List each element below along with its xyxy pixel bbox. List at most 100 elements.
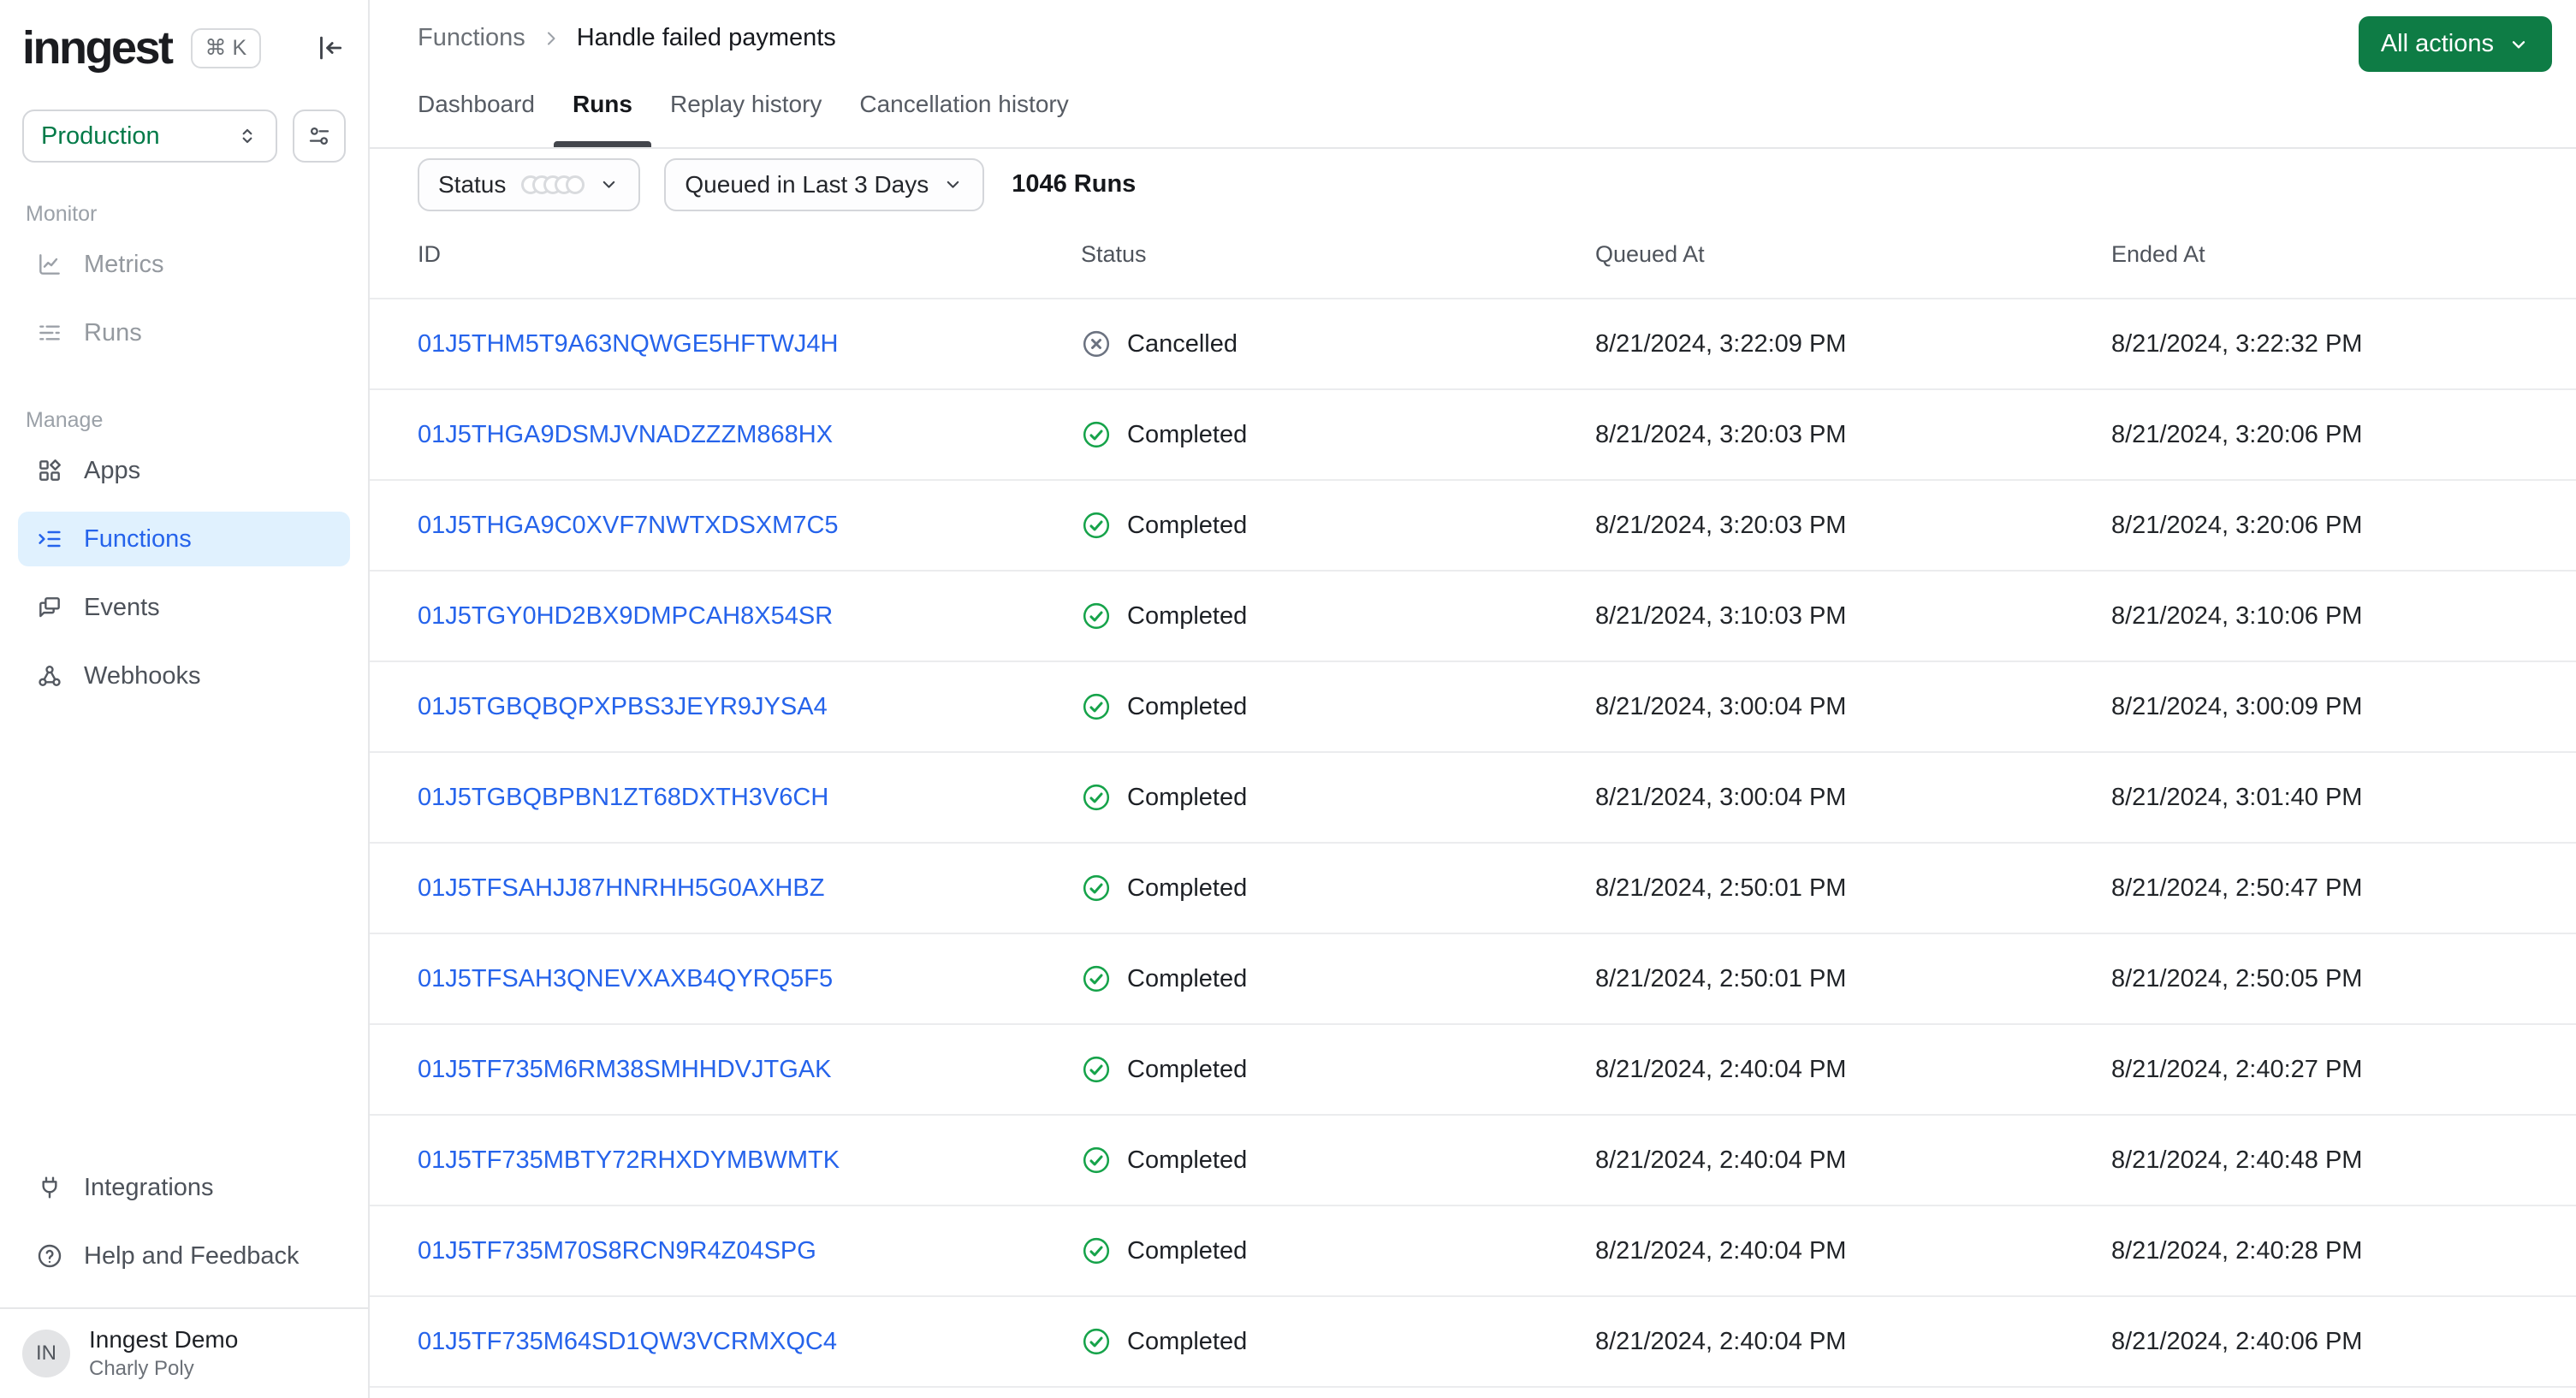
run-id-link[interactable]: 01J5TGBQBPBN1ZT68DXTH3V6CH bbox=[418, 784, 828, 811]
tab-replay-history[interactable]: Replay history bbox=[651, 75, 840, 145]
run-status: Completed bbox=[1081, 419, 1595, 450]
table-row: 01J5THGA9DSMJVNADZZZM868HX Completed 8/2… bbox=[370, 390, 2576, 481]
column-header-id: ID bbox=[418, 240, 441, 267]
run-id-link[interactable]: 01J5THGA9DSMJVNADZZZM868HX bbox=[418, 421, 833, 448]
sidebar-item-label: Events bbox=[84, 593, 160, 621]
run-id-link[interactable]: 01J5THGA9C0XVF7NWTXDSXM7C5 bbox=[418, 512, 839, 539]
status-label: Completed bbox=[1127, 1146, 1248, 1174]
tab-cancellation-history[interactable]: Cancellation history bbox=[840, 75, 1087, 145]
sidebar-item-metrics[interactable]: Metrics bbox=[18, 237, 350, 292]
completed-icon bbox=[1081, 1054, 1112, 1085]
status-label: Cancelled bbox=[1127, 329, 1238, 358]
page-title: Handle failed payments bbox=[576, 24, 836, 51]
run-id-link[interactable]: 01J5TF735M64SD1QW3VCRMXQC4 bbox=[418, 1328, 837, 1355]
queued-at: 8/21/2024, 3:22:09 PM bbox=[1595, 329, 1847, 358]
status-label: Completed bbox=[1127, 1236, 1248, 1265]
manage-nav: Apps Functions Events Webhooks bbox=[0, 443, 368, 703]
status-label: Completed bbox=[1127, 1055, 1248, 1083]
breadcrumb-functions-link[interactable]: Functions bbox=[418, 24, 525, 52]
ended-at: 8/21/2024, 3:20:06 PM bbox=[2111, 420, 2363, 448]
table-body: 01J5THM5T9A63NQWGE5HFTWJ4H Cancelled 8/2… bbox=[370, 299, 2576, 1388]
status-label: Completed bbox=[1127, 601, 1248, 630]
table-row: 01J5TGBQBQPXPBS3JEYR9JYSA4 Completed 8/2… bbox=[370, 662, 2576, 753]
ended-at: 8/21/2024, 2:40:27 PM bbox=[2111, 1055, 2363, 1083]
queued-at: 8/21/2024, 2:40:04 PM bbox=[1595, 1327, 1847, 1355]
queued-at: 8/21/2024, 2:40:04 PM bbox=[1595, 1236, 1847, 1265]
tab-dashboard[interactable]: Dashboard bbox=[399, 75, 554, 145]
runs-icon bbox=[36, 319, 63, 347]
help-icon bbox=[36, 1242, 63, 1270]
cancelled-icon bbox=[1081, 329, 1112, 359]
status-label: Completed bbox=[1127, 420, 1248, 448]
main-content: Functions Handle failed payments Dashboa… bbox=[370, 0, 2576, 1398]
ended-at: 8/21/2024, 2:40:06 PM bbox=[2111, 1327, 2363, 1355]
completed-icon bbox=[1081, 963, 1112, 994]
collapse-sidebar-button[interactable] bbox=[313, 32, 346, 64]
run-id-link[interactable]: 01J5TF735M6RM38SMHHDVJTGAK bbox=[418, 1056, 831, 1083]
sidebar-item-help[interactable]: Help and Feedback bbox=[18, 1229, 350, 1283]
queued-at: 8/21/2024, 3:20:03 PM bbox=[1595, 420, 1847, 448]
select-updown-icon bbox=[242, 128, 252, 144]
completed-icon bbox=[1081, 510, 1112, 541]
functions-icon bbox=[36, 525, 63, 553]
apps-icon bbox=[36, 457, 63, 484]
status-label: Completed bbox=[1127, 964, 1248, 992]
run-id-link[interactable]: 01J5TFSAHJJ87HNRHH5G0AXHBZ bbox=[418, 874, 824, 902]
ended-at: 8/21/2024, 3:01:40 PM bbox=[2111, 783, 2363, 811]
sidebar-item-runs[interactable]: Runs bbox=[18, 305, 350, 360]
all-actions-label: All actions bbox=[2380, 30, 2494, 57]
run-id-link[interactable]: 01J5TFSAH3QNEVXAXB4QYRQ5F5 bbox=[418, 965, 833, 992]
sidebar-item-label: Metrics bbox=[84, 250, 164, 278]
run-id-link[interactable]: 01J5THM5T9A63NQWGE5HFTWJ4H bbox=[418, 330, 839, 358]
ended-at: 8/21/2024, 3:10:06 PM bbox=[2111, 601, 2363, 630]
top-bar: Functions Handle failed payments Dashboa… bbox=[370, 0, 2576, 149]
sidebar-item-apps[interactable]: Apps bbox=[18, 443, 350, 498]
runs-table: ID Status Queued At Ended At 01J5THM5T9A… bbox=[370, 210, 2576, 1398]
ended-at: 8/21/2024, 3:22:32 PM bbox=[2111, 329, 2363, 358]
run-id-link[interactable]: 01J5TF735MBTY72RHXDYMBWMTK bbox=[418, 1146, 840, 1174]
run-id-link[interactable]: 01J5TF735M70S8RCN9R4Z04SPG bbox=[418, 1237, 816, 1265]
queued-at: 8/21/2024, 2:50:01 PM bbox=[1595, 964, 1847, 992]
completed-icon bbox=[1081, 691, 1112, 722]
ended-at: 8/21/2024, 2:40:28 PM bbox=[2111, 1236, 2363, 1265]
all-actions-button[interactable]: All actions bbox=[2358, 16, 2552, 72]
sidebar-item-label: Webhooks bbox=[84, 661, 201, 690]
sidebar-item-webhooks[interactable]: Webhooks bbox=[18, 649, 350, 703]
time-range-filter-button[interactable]: Queued in Last 3 Days bbox=[664, 157, 985, 211]
table-row: 01J5TF735M70S8RCN9R4Z04SPG Completed 8/2… bbox=[370, 1206, 2576, 1297]
sidebar: inngest ⌘ K Production Monitor Metrics R… bbox=[0, 0, 370, 1398]
queued-at: 8/21/2024, 3:10:03 PM bbox=[1595, 601, 1847, 630]
run-status: Completed bbox=[1081, 1235, 1595, 1266]
environment-selector[interactable]: Production bbox=[22, 110, 277, 163]
collapse-sidebar-icon bbox=[320, 36, 342, 60]
sidebar-item-label: Help and Feedback bbox=[84, 1241, 300, 1270]
sidebar-item-events[interactable]: Events bbox=[18, 580, 350, 635]
status-label: Completed bbox=[1127, 874, 1248, 902]
user-profile[interactable]: IN Inngest Demo Charly Poly bbox=[0, 1307, 368, 1398]
run-id-link[interactable]: 01J5TGBQBQPXPBS3JEYR9JYSA4 bbox=[418, 693, 828, 720]
display-settings-button[interactable] bbox=[293, 110, 346, 163]
user-name: Charly Poly bbox=[89, 1357, 194, 1380]
sidebar-item-functions[interactable]: Functions bbox=[18, 512, 350, 566]
status-filter-button[interactable]: Status bbox=[418, 157, 641, 211]
run-status: Completed bbox=[1081, 782, 1595, 813]
table-row: 01J5TFSAHJJ87HNRHH5G0AXHBZ Completed 8/2… bbox=[370, 844, 2576, 934]
tab-runs[interactable]: Runs bbox=[553, 75, 651, 147]
ended-at: 8/21/2024, 2:50:05 PM bbox=[2111, 964, 2363, 992]
chevron-down-icon bbox=[603, 181, 615, 188]
run-status: Completed bbox=[1081, 963, 1595, 994]
user-meta: Inngest Demo Charly Poly bbox=[89, 1326, 238, 1381]
completed-icon bbox=[1081, 1326, 1112, 1357]
column-header-status: Status bbox=[1081, 240, 1147, 267]
status-dots bbox=[521, 175, 585, 194]
completed-icon bbox=[1081, 601, 1112, 631]
run-id-link[interactable]: 01J5TGY0HD2BX9DMPCAH8X54SR bbox=[418, 602, 833, 630]
sidebar-item-integrations[interactable]: Integrations bbox=[18, 1160, 350, 1215]
filter-bar: Status Queued in Last 3 Days 1046 Runs bbox=[370, 149, 2576, 211]
run-status: Completed bbox=[1081, 691, 1595, 722]
status-label: Completed bbox=[1127, 692, 1248, 720]
tab-bar: Dashboard Runs Replay history Cancellati… bbox=[370, 75, 2576, 147]
sidebar-item-label: Runs bbox=[84, 318, 142, 347]
time-range-label: Queued in Last 3 Days bbox=[685, 170, 929, 198]
command-k-shortcut-badge[interactable]: ⌘ K bbox=[190, 27, 262, 68]
